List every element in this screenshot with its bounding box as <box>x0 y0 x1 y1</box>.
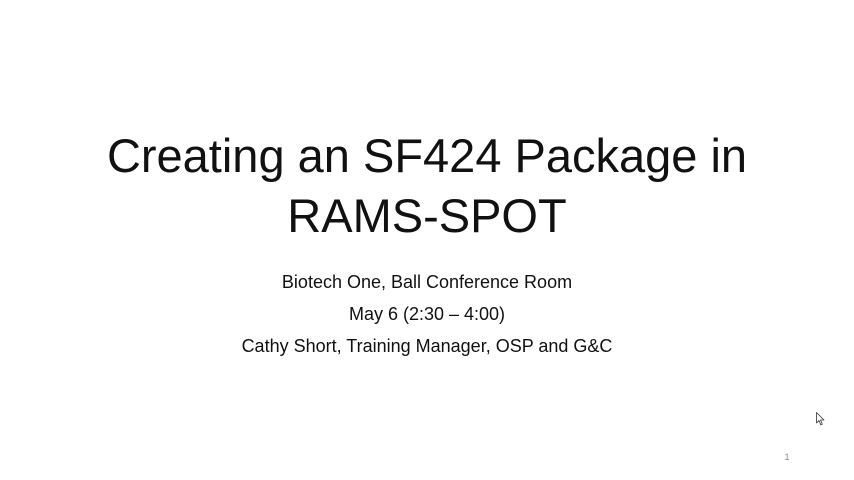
mouse-pointer-icon <box>816 412 825 426</box>
slide-subtitle: Biotech One, Ball Conference Room May 6 … <box>0 266 854 362</box>
slide-title: Creating an SF424 Package in RAMS-SPOT <box>0 126 854 246</box>
subtitle-presenter: Cathy Short, Training Manager, OSP and G… <box>241 336 613 356</box>
subtitle-date-time: May 6 (2:30 – 4:00) <box>348 304 506 324</box>
presentation-slide: Creating an SF424 Package in RAMS-SPOT B… <box>0 0 854 480</box>
slide-page-number: 1 <box>784 452 790 462</box>
slide-title-line-1: Creating an SF424 Package in <box>106 129 748 182</box>
subtitle-location: Biotech One, Ball Conference Room <box>281 272 573 292</box>
slide-title-line-2: RAMS-SPOT <box>287 189 567 242</box>
